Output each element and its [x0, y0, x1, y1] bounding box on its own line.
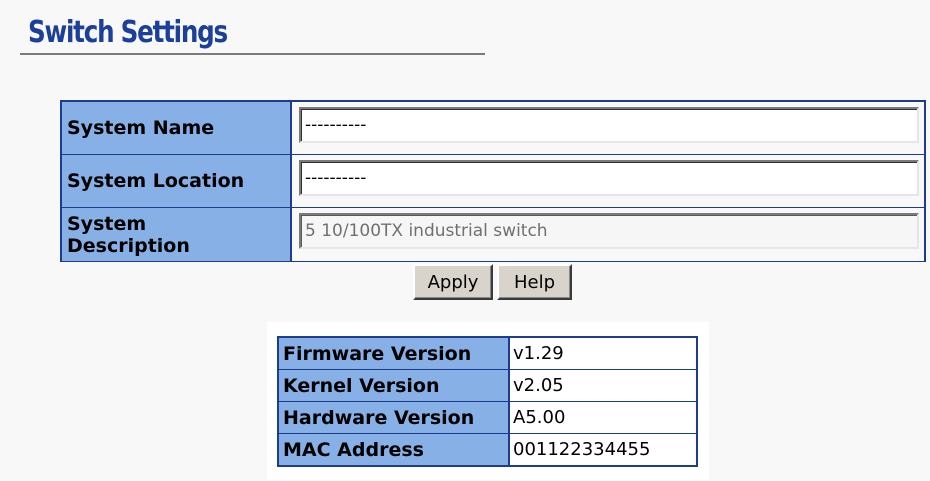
- info-row-hardware: Hardware Version A5.00: [279, 401, 696, 433]
- mac-address-label: MAC Address: [279, 434, 510, 465]
- apply-button[interactable]: Apply: [413, 264, 493, 300]
- kernel-version-label: Kernel Version: [279, 370, 510, 401]
- page-title: Switch Settings: [28, 15, 228, 50]
- info-row-mac: MAC Address 001122334455: [279, 433, 696, 465]
- version-info-panel: Firmware Version v1.29 Kernel Version v2…: [267, 322, 709, 480]
- system-location-label: System Location: [62, 155, 292, 207]
- info-row-firmware: Firmware Version v1.29: [279, 338, 696, 369]
- system-description-row: System Description: [62, 207, 924, 261]
- help-button[interactable]: Help: [497, 264, 572, 300]
- system-location-input[interactable]: [299, 160, 919, 196]
- system-description-label: System Description: [62, 208, 292, 261]
- system-name-label: System Name: [62, 102, 292, 154]
- system-name-cell: [292, 102, 924, 154]
- version-info-table: Firmware Version v1.29 Kernel Version v2…: [277, 336, 698, 467]
- mac-address-value: 001122334455: [513, 439, 651, 460]
- system-name-row: System Name: [62, 102, 924, 154]
- system-name-input[interactable]: [299, 107, 919, 143]
- hardware-version-value: A5.00: [513, 407, 566, 428]
- kernel-version-value: v2.05: [513, 375, 564, 396]
- switch-settings-table: System Name System Location System Descr…: [60, 100, 926, 262]
- system-location-row: System Location: [62, 154, 924, 207]
- system-description-label-line1: System: [67, 212, 147, 235]
- hardware-version-label: Hardware Version: [279, 402, 510, 433]
- system-location-cell: [292, 155, 924, 207]
- system-description-input: [299, 213, 919, 249]
- info-row-kernel: Kernel Version v2.05: [279, 369, 696, 401]
- system-description-label-line2: Description: [67, 234, 190, 257]
- firmware-version-value: v1.29: [513, 343, 564, 364]
- title-underline: [20, 53, 485, 55]
- system-description-cell: [292, 208, 924, 261]
- firmware-version-label: Firmware Version: [279, 338, 510, 369]
